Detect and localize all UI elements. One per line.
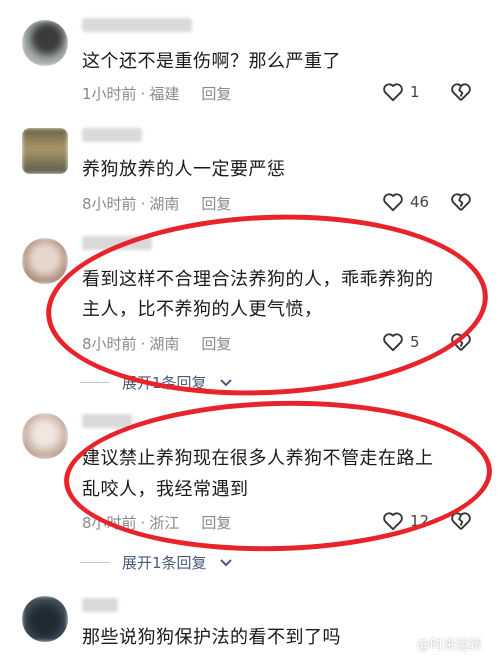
location: 湖南 (149, 335, 180, 353)
avatar[interactable] (22, 413, 68, 459)
reply-button[interactable]: 回复 (201, 193, 231, 214)
like-count: 1 (410, 83, 420, 101)
expand-replies-button[interactable]: 展开1条回复 (80, 372, 233, 393)
username-blurred[interactable] (82, 18, 192, 32)
location: 福建 (149, 85, 180, 103)
separator: · (140, 84, 146, 103)
comment-text-line-2: 主人，比不养狗的人更气愤， (82, 299, 323, 320)
username-blurred[interactable] (82, 236, 152, 250)
username-blurred[interactable] (82, 128, 142, 142)
comment-meta: 1小时前 · 福建 回复 (82, 83, 231, 104)
chevron-down-icon (219, 558, 232, 566)
comment-text: 这个还不是重伤啊？那么严重了 (82, 51, 341, 72)
comment-text-line-2: 乱咬人，我经常遇到 (82, 479, 249, 500)
reply-button[interactable]: 回复 (201, 512, 231, 533)
broken-heart-icon (451, 333, 471, 351)
broken-heart-icon (451, 512, 471, 530)
reply-button[interactable]: 回复 (201, 83, 231, 104)
like-button[interactable]: 46 (382, 192, 429, 212)
chevron-down-icon (219, 378, 232, 386)
reply-button[interactable]: 回复 (201, 333, 231, 354)
comment-meta: 8小时前 · 浙江 回复 (82, 512, 231, 533)
divider (80, 562, 110, 563)
comment-meta: 8小时前 · 湖南 回复 (82, 333, 231, 354)
expand-replies-label: 展开1条回复 (122, 554, 207, 572)
timestamp: 8小时前 (82, 195, 137, 213)
location: 湖南 (149, 195, 180, 213)
timestamp: 1小时前 (82, 85, 137, 103)
comment-text: 养狗放养的人一定要严惩 (82, 159, 286, 180)
dislike-button[interactable] (450, 511, 472, 535)
like-button[interactable]: 5 (382, 332, 420, 352)
username-blurred[interactable] (82, 414, 132, 428)
avatar[interactable] (22, 596, 68, 642)
timestamp: 8小时前 (82, 335, 137, 353)
heart-icon (383, 83, 403, 102)
separator: · (140, 513, 146, 532)
watermark: @时来运转 (417, 634, 482, 653)
avatar[interactable] (22, 128, 68, 174)
like-count: 12 (410, 512, 430, 530)
like-button[interactable]: 12 (382, 511, 429, 531)
dislike-button[interactable] (450, 332, 472, 356)
like-count: 46 (410, 193, 430, 211)
like-count: 5 (410, 333, 420, 351)
location: 浙江 (149, 514, 180, 532)
watermark-text: @时来运转 (416, 638, 482, 653)
broken-heart-icon (451, 83, 471, 101)
comment-text-line-1: 建议禁止养狗现在很多人养狗不管走在路上 (82, 448, 434, 469)
expand-replies-label: 展开1条回复 (122, 374, 207, 392)
heart-icon (383, 333, 403, 352)
comment-meta: 8小时前 · 湖南 回复 (82, 193, 231, 214)
expand-replies-button[interactable]: 展开1条回复 (80, 552, 233, 573)
separator: · (140, 334, 146, 353)
timestamp: 8小时前 (82, 514, 137, 532)
dislike-button[interactable] (450, 192, 472, 216)
avatar[interactable] (22, 238, 68, 284)
comment-text-line-1: 看到这样不合理合法养狗的人，乖乖养狗的 (82, 269, 434, 290)
like-button[interactable]: 1 (382, 82, 420, 102)
heart-icon (383, 193, 403, 212)
broken-heart-icon (451, 193, 471, 211)
divider (80, 382, 110, 383)
separator: · (140, 194, 146, 213)
heart-icon (383, 512, 403, 531)
avatar[interactable] (22, 20, 68, 66)
username-blurred[interactable] (82, 598, 118, 612)
dislike-button[interactable] (450, 82, 472, 106)
